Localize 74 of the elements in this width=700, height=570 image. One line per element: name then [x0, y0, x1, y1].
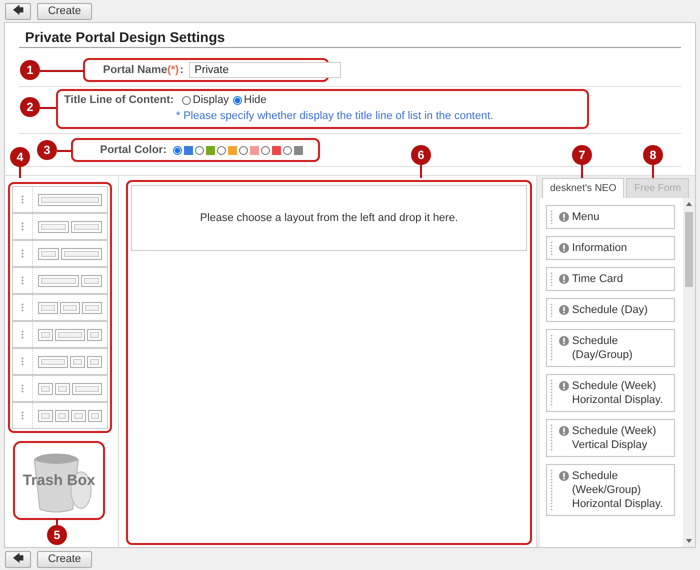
widget-label: Schedule (Week) Vertical Display [572, 424, 658, 452]
leader-line [581, 165, 583, 178]
widget-label: Time Card [572, 272, 623, 286]
widget-item[interactable]: Menu [546, 205, 675, 229]
layout-item[interactable] [12, 213, 108, 240]
exclamation-icon [559, 274, 569, 284]
leader-line [420, 165, 422, 178]
color-radio[interactable] [282, 146, 292, 154]
widget-item[interactable]: Schedule (Day) [546, 298, 675, 322]
page-title: Private Portal Design Settings [19, 23, 681, 48]
color-radio[interactable] [172, 146, 182, 154]
exclamation-icon [559, 243, 569, 253]
layout-item[interactable] [12, 294, 108, 321]
leader-line [40, 70, 84, 72]
drop-hint: Please choose a layout from the left and drop it here. [200, 212, 458, 224]
drag-handle-icon[interactable] [550, 469, 553, 511]
widget-item[interactable]: Schedule (Day/Group) [546, 329, 675, 367]
layout-item[interactable] [12, 348, 108, 375]
drop-area[interactable]: Please choose a layout from the left and drop it here. [126, 180, 532, 545]
drag-handle-icon[interactable] [550, 272, 553, 286]
trash-label: Trash Box [22, 472, 96, 489]
widget-label: Schedule (Day) [572, 303, 648, 317]
drag-handle-icon[interactable] [550, 210, 553, 224]
widget-item[interactable]: Time Card [546, 267, 675, 291]
layout-item[interactable] [12, 375, 108, 402]
leader-line [652, 165, 654, 178]
radio-option[interactable]: Hide [232, 94, 266, 106]
widget-label: Information [572, 241, 628, 255]
layout-item[interactable] [12, 321, 108, 348]
exclamation-icon [559, 336, 569, 346]
widget-item[interactable]: Schedule (Week/Group) Horizontal Display. [546, 464, 675, 516]
field-label: Portal Name [103, 64, 168, 76]
back-button[interactable]: 🡄 [5, 2, 31, 20]
tab[interactable]: desknet's NEO [542, 178, 624, 198]
leader-line [57, 150, 71, 152]
create-button[interactable]: Create [37, 2, 92, 20]
hint-text: * Please specify whether display the title line of list in the content. [176, 110, 494, 122]
required-mark: (*) [167, 64, 179, 76]
field-label: Title Line of Content: [64, 94, 174, 106]
drag-handle-icon[interactable] [550, 424, 553, 452]
trash-box[interactable]: Trash Box [13, 441, 105, 520]
color-radio[interactable] [216, 146, 226, 154]
scrollbar[interactable] [683, 198, 695, 547]
create-button[interactable]: Create [37, 550, 92, 568]
color-radio[interactable] [238, 146, 248, 154]
exclamation-icon [559, 212, 569, 222]
field-label: : [180, 64, 184, 76]
widget-item[interactable]: Schedule (Week) Vertical Display [546, 419, 675, 457]
drag-handle-icon[interactable] [550, 334, 553, 362]
layout-item[interactable] [12, 186, 108, 213]
drag-handle-icon[interactable] [550, 241, 553, 255]
layout-drop-zone[interactable]: Please choose a layout from the left and drop it here. [131, 185, 527, 251]
color-radio[interactable] [260, 146, 270, 154]
exclamation-icon [559, 381, 569, 391]
drag-handle-icon[interactable] [550, 303, 553, 317]
field-label: Portal Color: [100, 144, 167, 156]
exclamation-icon [559, 426, 569, 436]
layout-item[interactable] [12, 267, 108, 294]
layout-item[interactable] [12, 402, 108, 429]
back-button[interactable]: 🡄 [5, 550, 31, 568]
drag-handle-icon[interactable] [550, 379, 553, 407]
color-radio[interactable] [194, 146, 204, 154]
exclamation-icon [559, 471, 569, 481]
layout-item[interactable] [12, 240, 108, 267]
widget-label: Schedule (Week) Horizontal Display. [572, 379, 664, 407]
portal-name-field[interactable]: Private [189, 62, 342, 78]
exclamation-icon [559, 305, 569, 315]
widget-label: Menu [572, 210, 600, 224]
widget-label: Schedule (Week/Group) Horizontal Display. [572, 469, 664, 511]
leader-line [40, 107, 56, 109]
radio-option[interactable]: Display [182, 94, 229, 106]
widget-item[interactable]: Schedule (Week) Horizontal Display. [546, 374, 675, 412]
widget-label: Schedule (Day/Group) [572, 334, 634, 362]
widget-item[interactable]: Information [546, 236, 675, 260]
